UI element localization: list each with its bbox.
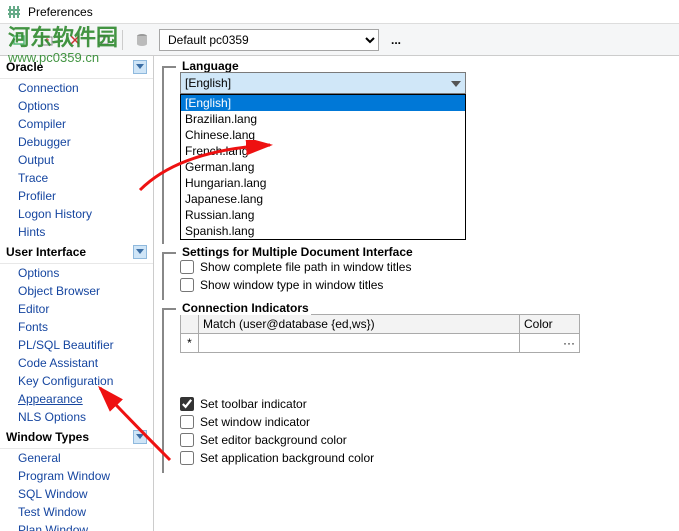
mdi-legend: Settings for Multiple Document Interface xyxy=(180,245,415,259)
collapse-icon[interactable] xyxy=(133,245,147,259)
title-bar: Preferences xyxy=(0,0,679,24)
sidebar-item[interactable]: Editor xyxy=(0,300,153,318)
language-dropdown[interactable]: [English] Brazilian.lang Chinese.lang Fr… xyxy=(180,94,466,240)
col-color: Color xyxy=(520,315,580,334)
sidebar-item[interactable]: Key Configuration xyxy=(0,372,153,390)
chk-window-indicator[interactable] xyxy=(180,415,194,429)
lang-option[interactable]: Japanese.lang xyxy=(181,191,465,207)
sidebar-item[interactable]: Profiler xyxy=(0,187,153,205)
sidebar-item[interactable]: Plan Window xyxy=(0,521,153,531)
lang-option[interactable]: Spanish.lang xyxy=(181,223,465,239)
window-title: Preferences xyxy=(28,5,93,19)
color-cell[interactable]: ··· xyxy=(520,334,580,353)
chk-app-bg[interactable] xyxy=(180,451,194,465)
conn-fieldset: Connection Indicators Match (user@databa… xyxy=(162,308,671,473)
sidebar-item[interactable]: SQL Window xyxy=(0,485,153,503)
lang-option[interactable]: French.lang xyxy=(181,143,465,159)
mdi-fieldset: Settings for Multiple Document Interface… xyxy=(162,252,671,300)
toolbar-more[interactable]: ... xyxy=(385,33,407,47)
collapse-icon[interactable] xyxy=(133,60,147,74)
language-select[interactable]: [English] xyxy=(180,72,466,94)
toolbar-btn-2[interactable] xyxy=(36,29,58,51)
toolbar: Default pc0359 ... xyxy=(0,24,679,56)
tree-category-ui[interactable]: User Interface xyxy=(0,241,153,264)
match-cell[interactable] xyxy=(199,334,520,353)
tree-category-wt[interactable]: Window Types xyxy=(0,426,153,449)
language-fieldset: Language [English] [English] Brazilian.l… xyxy=(162,66,671,244)
sidebar-item[interactable]: Program Window xyxy=(0,467,153,485)
preset-icon xyxy=(131,29,153,51)
sidebar-item[interactable]: Debugger xyxy=(0,133,153,151)
lang-option[interactable]: [English] xyxy=(181,95,465,111)
sidebar-item[interactable]: Test Window xyxy=(0,503,153,521)
lang-option-chinese[interactable]: Chinese.lang xyxy=(181,127,465,143)
toolbar-separator xyxy=(122,30,123,50)
main-panel: Language [English] [English] Brazilian.l… xyxy=(154,56,679,531)
lang-option[interactable]: Russian.lang xyxy=(181,207,465,223)
sidebar-item[interactable]: Logon History xyxy=(0,205,153,223)
sidebar-item[interactable]: PL/SQL Beautifier xyxy=(0,336,153,354)
conn-legend: Connection Indicators xyxy=(180,301,311,315)
sidebar-item[interactable]: Options xyxy=(0,264,153,282)
collapse-icon[interactable] xyxy=(133,430,147,444)
sidebar-item[interactable]: Code Assistant xyxy=(0,354,153,372)
chevron-down-icon xyxy=(451,76,461,90)
sidebar: Oracle Connection Options Compiler Debug… xyxy=(0,56,154,531)
toolbar-btn-3[interactable] xyxy=(64,29,86,51)
sidebar-item[interactable]: NLS Options xyxy=(0,408,153,426)
row-marker: * xyxy=(181,334,199,353)
col-match: Match (user@database {ed,ws}) xyxy=(199,315,520,334)
app-icon xyxy=(6,4,22,20)
sidebar-item[interactable]: Options xyxy=(0,97,153,115)
lang-option[interactable]: Brazilian.lang xyxy=(181,111,465,127)
lang-option[interactable]: German.lang xyxy=(181,159,465,175)
tree-category-oracle[interactable]: Oracle xyxy=(0,56,153,79)
lang-option[interactable]: Hungarian.lang xyxy=(181,175,465,191)
sidebar-item[interactable]: Hints xyxy=(0,223,153,241)
language-legend: Language xyxy=(180,59,241,73)
sidebar-item-appearance[interactable]: Appearance xyxy=(0,390,153,408)
conn-table[interactable]: Match (user@database {ed,ws}) Color * ··… xyxy=(180,314,580,353)
sidebar-item[interactable]: General xyxy=(0,449,153,467)
sidebar-item[interactable]: Connection xyxy=(0,79,153,97)
sidebar-item[interactable]: Trace xyxy=(0,169,153,187)
chk-show-type[interactable] xyxy=(180,278,194,292)
preset-select[interactable]: Default pc0359 xyxy=(159,29,379,51)
sidebar-item[interactable]: Compiler xyxy=(0,115,153,133)
chk-show-path[interactable] xyxy=(180,260,194,274)
chk-toolbar-indicator[interactable] xyxy=(180,397,194,411)
toolbar-btn-4[interactable] xyxy=(92,29,114,51)
sidebar-item[interactable]: Object Browser xyxy=(0,282,153,300)
sidebar-item[interactable]: Output xyxy=(0,151,153,169)
sidebar-item[interactable]: Fonts xyxy=(0,318,153,336)
toolbar-btn-1[interactable] xyxy=(8,29,30,51)
chk-editor-bg[interactable] xyxy=(180,433,194,447)
row-header-blank xyxy=(181,315,199,334)
